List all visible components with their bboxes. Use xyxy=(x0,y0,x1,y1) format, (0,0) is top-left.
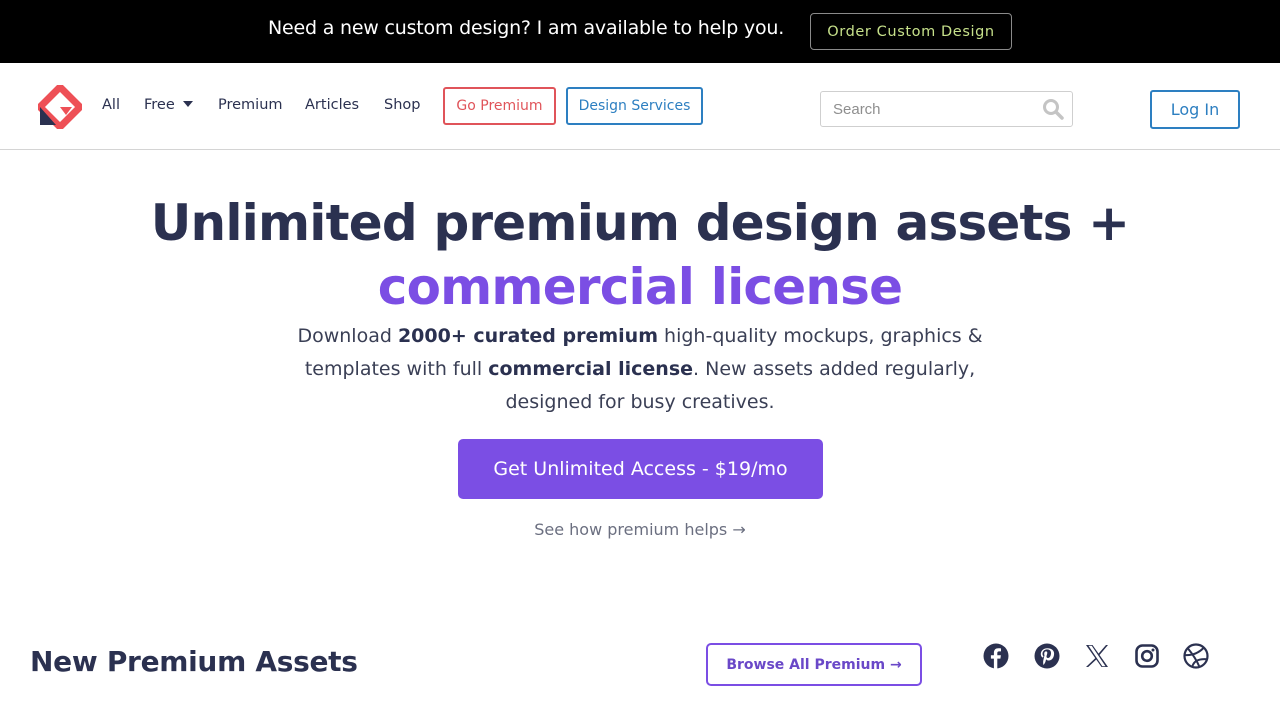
logo-icon[interactable] xyxy=(35,82,85,132)
chevron-down-icon xyxy=(182,101,193,107)
search-icon[interactable] xyxy=(1042,98,1064,120)
announcement-bar: Need a new custom design? I am available… xyxy=(0,0,1280,63)
order-custom-design-button[interactable]: Order Custom Design xyxy=(810,13,1012,50)
hero-desc-text-1: Download xyxy=(297,325,398,347)
nav-all[interactable]: All xyxy=(102,97,120,113)
dribbble-icon[interactable] xyxy=(1183,643,1209,669)
go-premium-button[interactable]: Go Premium xyxy=(443,87,556,125)
facebook-icon[interactable] xyxy=(983,643,1009,669)
nav-articles[interactable]: Articles xyxy=(305,97,359,113)
nav-free[interactable]: Free xyxy=(144,97,193,113)
browse-all-premium-button[interactable]: Browse All Premium → xyxy=(706,643,922,686)
site-header: All Free Premium Articles Shop Go Premiu… xyxy=(0,63,1280,150)
search-box xyxy=(820,91,1073,127)
instagram-icon[interactable] xyxy=(1134,643,1160,669)
nav-free-label: Free xyxy=(144,97,175,113)
hero-desc-bold-2: commercial license xyxy=(488,358,694,380)
section-title: New Premium Assets xyxy=(30,645,358,678)
hero-title-accent: commercial license xyxy=(377,258,903,316)
see-how-premium-helps-link[interactable]: See how premium helps → xyxy=(0,520,1280,539)
nav-premium[interactable]: Premium xyxy=(218,97,283,113)
hero-title: Unlimited premium design assets + xyxy=(150,194,1130,252)
announcement-text: Need a new custom design? I am available… xyxy=(268,17,785,39)
hero-desc-bold-1: 2000+ curated premium xyxy=(397,325,659,347)
nav-shop[interactable]: Shop xyxy=(384,97,420,113)
x-icon[interactable] xyxy=(1084,643,1110,669)
get-unlimited-access-button[interactable]: Get Unlimited Access - $19/mo xyxy=(458,439,823,499)
hero-description: Download 2000+ curated premium high-qual… xyxy=(260,320,1020,419)
design-services-button[interactable]: Design Services xyxy=(566,87,703,125)
login-button[interactable]: Log In xyxy=(1150,90,1240,129)
pinterest-icon[interactable] xyxy=(1034,643,1060,669)
search-input[interactable] xyxy=(822,93,1037,125)
